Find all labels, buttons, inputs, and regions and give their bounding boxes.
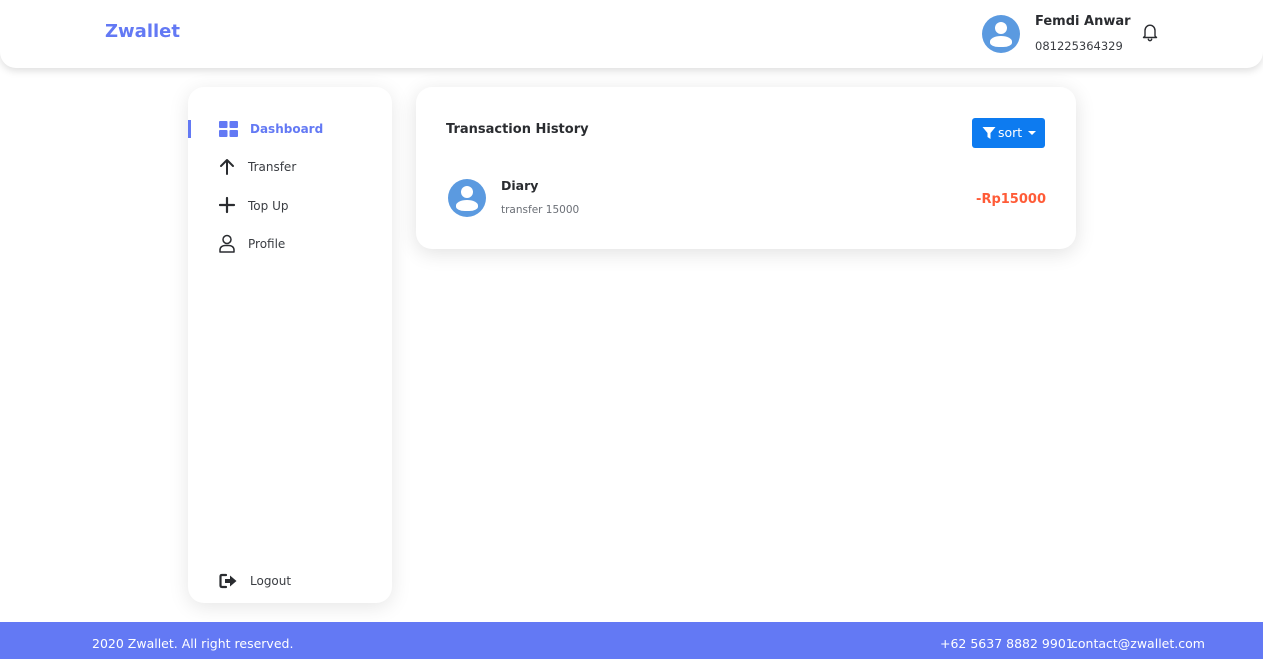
filter-icon: [982, 127, 996, 139]
caret-down-icon: [1028, 131, 1036, 135]
grid-icon: [219, 121, 238, 137]
logout-icon: [219, 573, 237, 589]
transaction-description: transfer 15000: [501, 204, 580, 216]
transaction-amount: -Rp15000: [976, 192, 1046, 207]
sidebar-item-top-up[interactable]: Top Up: [188, 194, 392, 224]
active-indicator: [188, 120, 191, 138]
sort-button[interactable]: sort: [972, 118, 1045, 148]
footer-copyright: 2020 Zwallet. All right reserved.: [92, 636, 294, 651]
card-title: Transaction History: [446, 122, 589, 137]
user-name: Femdi Anwar: [1035, 14, 1131, 29]
transaction-name: Diary: [501, 178, 539, 193]
arrow-up-icon: [220, 159, 234, 175]
sidebar-item-profile[interactable]: Profile: [188, 232, 392, 262]
footer-phone: +62 5637 8882 9901: [940, 636, 1074, 651]
user-phone: 081225364329: [1035, 39, 1123, 53]
sidebar: Dashboard Transfer Top Up Profile Logout: [188, 87, 392, 603]
sidebar-item-label: Profile: [248, 237, 286, 251]
transaction-avatar: [448, 179, 486, 217]
footer: 2020 Zwallet. All right reserved. +62 56…: [0, 622, 1263, 659]
sidebar-item-logout[interactable]: Logout: [188, 569, 392, 599]
top-header: Zwallet Femdi Anwar 081225364329: [0, 0, 1263, 68]
sidebar-item-label: Dashboard: [250, 122, 324, 136]
user-avatar[interactable]: [982, 15, 1020, 53]
user-icon: [219, 234, 235, 253]
sidebar-item-label: Top Up: [248, 199, 289, 213]
sidebar-item-label: Logout: [250, 574, 292, 588]
sidebar-item-dashboard[interactable]: Dashboard: [188, 117, 392, 147]
transaction-item[interactable]: Diary transfer 15000 -Rp15000: [446, 177, 1046, 221]
transaction-history-card: Transaction History sort Diary transfer …: [416, 87, 1076, 249]
bell-icon[interactable]: [1141, 22, 1159, 42]
sort-label: sort: [998, 125, 1023, 140]
sidebar-item-transfer[interactable]: Transfer: [188, 155, 392, 185]
footer-email[interactable]: contact@zwallet.com: [1071, 636, 1205, 651]
brand-logo[interactable]: Zwallet: [105, 21, 180, 42]
sidebar-item-label: Transfer: [248, 160, 297, 174]
plus-icon: [219, 196, 236, 214]
